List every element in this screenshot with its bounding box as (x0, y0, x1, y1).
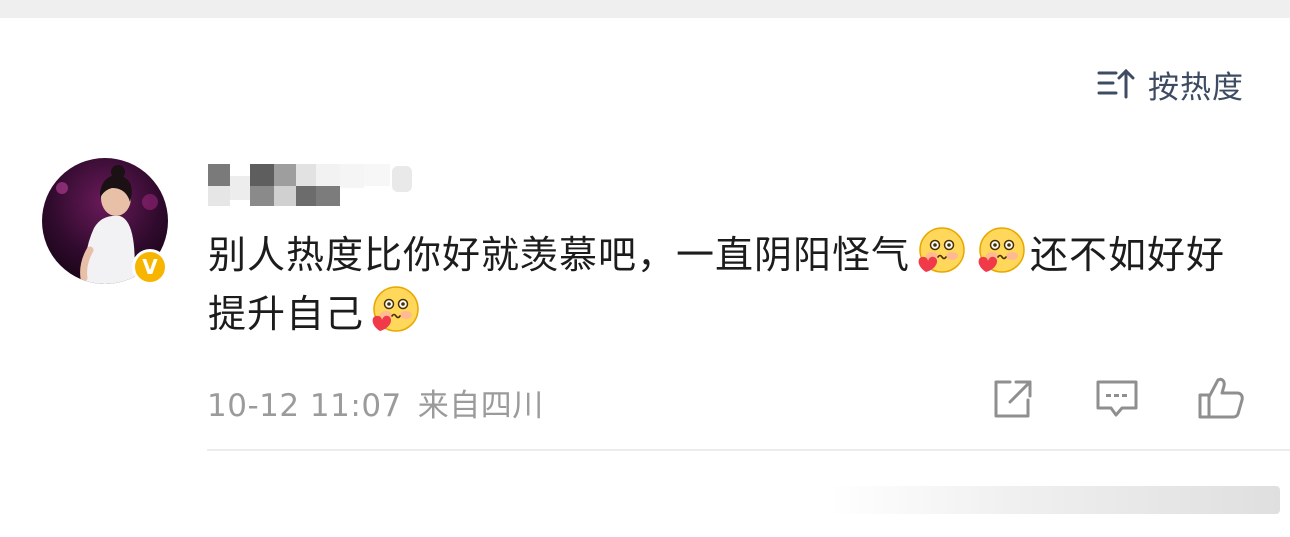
comment-divider (207, 449, 1290, 451)
top-strip (0, 0, 1290, 18)
username-mosaic[interactable] (208, 162, 428, 208)
share-button[interactable] (988, 374, 1036, 426)
thumbs-up-icon (1198, 377, 1244, 419)
share-icon (994, 380, 1032, 418)
reply-button[interactable] (1093, 374, 1141, 426)
verified-badge-icon: V (132, 249, 168, 285)
like-button[interactable] (1196, 374, 1246, 426)
comment-text: 别人热度比你好就羡慕吧，一直阴阳怪气 还不如好好提升自己 (208, 226, 1248, 344)
sort-icon (1096, 67, 1136, 101)
sort-label: 按热度 (1148, 69, 1244, 106)
comment-text-part1: 别人热度比你好就羡慕吧，一直阴阳怪气 (208, 233, 911, 277)
shy-heart-emoji-icon (918, 227, 965, 273)
comment-bubble-icon (1096, 380, 1138, 417)
shy-heart-emoji-icon (978, 227, 1025, 273)
shy-heart-emoji-icon (372, 286, 419, 332)
sort-by-heat-toggle[interactable]: 按热度 (1096, 62, 1244, 106)
comment-meta: 10-12 11:07 来自四川 (207, 380, 544, 425)
comment-time: 10-12 11:07 (207, 388, 402, 424)
comment-location: 来自四川 (417, 388, 544, 424)
next-comment-placeholder (830, 486, 1280, 514)
